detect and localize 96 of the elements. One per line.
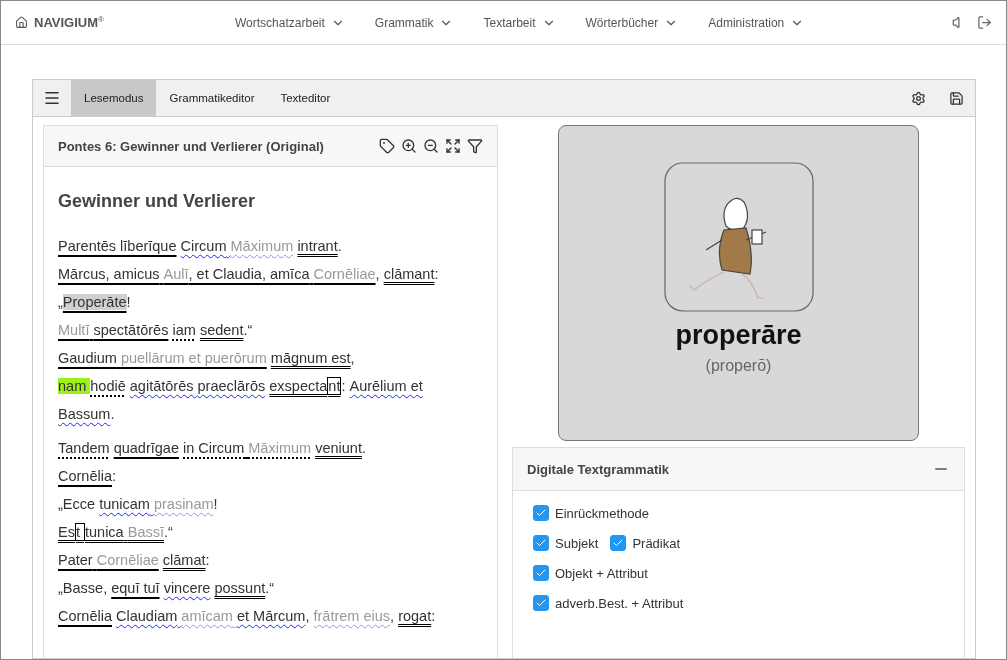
text-segment[interactable]: . [110,406,115,422]
text-segment[interactable]: clāmant [383,266,435,282]
text-segment[interactable]: .“ [265,580,275,596]
text-segment[interactable]: nam [58,378,91,394]
text-segment[interactable]: iam [172,322,200,338]
filter-icon[interactable] [467,138,483,154]
text-segment[interactable]: hodiē [90,378,130,394]
text-segment[interactable]: , [375,266,384,282]
menu-icon [43,89,61,107]
expand-icon[interactable] [445,138,461,154]
nav-menu[interactable]: Wörterbücher [585,15,679,30]
mode-tab[interactable]: Lesemodus [71,80,157,116]
text-segment[interactable]: Bassum [58,406,111,422]
zoom-in-icon[interactable] [401,138,417,154]
settings-icon [910,90,926,106]
text-segment[interactable]: : [205,552,210,568]
mode-tab[interactable]: Grammatikeditor [156,80,268,116]
text-segment[interactable]: ! [126,294,131,310]
panel-title: Pontes 6: Gewinner und Verlierer (Original) [58,138,325,154]
nav-menu[interactable]: Administration [708,15,805,30]
text-segment[interactable]: „Ecce [58,496,100,512]
text-segment[interactable]: tunicam [99,496,154,512]
panel-title: Digitale Textgrammatik [527,461,671,477]
text-segment[interactable]: Mārcus, amicus [58,266,164,282]
text-segment[interactable]: Es [58,524,75,540]
checkbox-label: adverb.Best. + Attribut [555,595,684,611]
text-segment[interactable]: Aurēlium et [349,378,423,394]
text-segment[interactable]: .“ [164,524,173,540]
text-segment[interactable]: Cornēlia [58,468,112,484]
text-segment[interactable]: agitātōrēs [129,378,198,394]
check-icon [535,567,547,579]
nav-menu[interactable]: Grammatik [374,15,454,30]
checkbox-label: Subjekt [555,535,599,551]
text-segment[interactable]: .“ [243,322,253,338]
mode-tab[interactable]: Texteditor [267,80,344,116]
text-segment[interactable]: nt [328,378,341,394]
text-segment[interactable]: spectātōrēs [93,322,173,338]
check-icon [535,597,547,609]
logout-icon[interactable] [977,15,992,30]
text-segment[interactable]: praeclārōs [197,378,270,394]
text-segment[interactable]: Properāte [62,294,127,310]
checkbox[interactable] [533,595,549,611]
text-segment[interactable]: veniunt [315,440,362,456]
text-segment[interactable]: māgnum est [270,350,351,366]
text-segment[interactable]: vincere [163,580,215,596]
text-segment[interactable]: . [361,440,366,456]
text-segment[interactable]: quadrīgae [113,440,183,456]
text-segment[interactable]: intrant [297,238,338,254]
zoom-out-icon[interactable] [423,138,439,154]
text-segment[interactable]: : [431,608,436,624]
text-segment[interactable]: Circum [180,238,231,254]
text-segment[interactable]: sedent [199,322,244,338]
checkbox-label: Prädikat [632,535,681,551]
text-segment[interactable]: „ [58,294,63,310]
text-segment[interactable]: possunt [214,580,266,596]
word-title: properāre [675,320,802,351]
text-segment[interactable]: in Circum [183,440,249,456]
checkbox[interactable] [533,565,549,581]
text-segment[interactable]: et Mārcum [236,608,306,624]
text-segment[interactable]: , et Claudia, amīca [188,266,314,282]
text-segment[interactable]: ! [213,496,218,512]
nav-menu[interactable]: Wortschatzarbeit [235,15,345,30]
text-segment[interactable]: tunica [85,524,128,540]
home-icon [15,16,28,29]
text-segment[interactable]: exspecta [269,378,328,394]
text-segment[interactable]: , [305,608,314,624]
nav-menu[interactable]: Textarbeit [483,15,556,30]
base-form: (properō) [705,357,772,375]
text-segment[interactable]: : [434,266,439,282]
checkbox[interactable] [533,535,549,551]
text-segment[interactable]: Gaudium [58,350,121,366]
checkbox-label: Einrückmethode [555,505,649,521]
text-heading: Gewinner und Verlierer [58,191,257,212]
text-segment[interactable]: clāmat [162,552,206,568]
check-icon [612,537,625,549]
checkbox-label: Objekt + Attribut [555,565,648,581]
text-segment[interactable]: , [350,350,355,366]
checkbox[interactable] [533,505,549,521]
check-icon [535,537,547,549]
text-segment[interactable]: equī tuī [111,580,164,596]
brand-name: NAVIGIUM$^{®}$ [34,14,104,31]
tag-icon[interactable] [379,138,395,154]
text-segment[interactable]: , [390,608,399,624]
text-segment[interactable]: Parentēs līberīque [58,238,181,254]
brand-logo[interactable]: NAVIGIUM$^{®}$ [15,14,215,31]
text-segment[interactable]: Pater [58,552,97,568]
text-segment[interactable]: . [337,238,342,254]
checkbox[interactable] [610,535,627,551]
text-segment[interactable]: : [341,378,350,394]
text-segment[interactable]: Tandem [58,440,114,456]
text-segment[interactable]: : [112,468,117,484]
text-segment[interactable]: Cornēlia [58,608,117,624]
text-segment[interactable]: t [75,524,84,540]
text-segment[interactable]: Claudiam [116,608,182,624]
check-icon [535,507,547,519]
text-segment[interactable]: „Basse, [58,580,112,596]
